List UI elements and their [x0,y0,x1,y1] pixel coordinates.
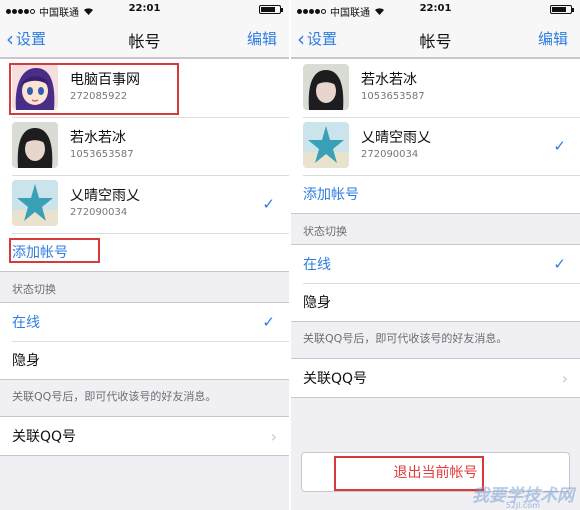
account-row[interactable]: 乂晴空雨乂 272090034 ✓ [291,117,580,175]
link-qq-button[interactable]: 关联QQ号 › [291,359,580,397]
status-option-online[interactable]: 在线 ✓ [291,245,580,283]
link-qq-label: 关联QQ号 [303,371,368,387]
account-number: 1053653587 [70,149,134,160]
status-option-label: 隐身 [12,353,40,369]
add-account-label: 添加帐号 [12,245,68,261]
account-number: 1053653587 [361,91,425,102]
status-option-invisible[interactable]: 隐身 [291,283,580,321]
checkmark-icon: ✓ [262,313,275,331]
account-number: 272090034 [361,149,419,160]
navbar: ‹ 设置 帐号 编辑 [0,18,289,58]
status-bar: 中国联通 22:01 [0,0,289,19]
chevron-right-icon: › [270,427,277,446]
status-group: 在线 ✓ 隐身 [291,244,580,322]
account-row[interactable]: 乂晴空雨乂 272090034 ✓ [0,175,289,233]
right-screen: 中国联通 22:01 ‹ 设置 帐号 编辑 若水若冰 1053653587 乂晴… [291,0,580,510]
chevron-right-icon: › [561,369,568,388]
edit-button[interactable]: 编辑 [538,28,568,49]
battery-icon [550,5,574,14]
status-option-online[interactable]: 在线 ✓ [0,303,289,341]
status-section-header: 状态切换 [12,283,56,296]
link-qq-group: 关联QQ号 › [291,358,580,398]
status-option-label: 在线 [12,315,40,331]
page-title: 帐号 [128,32,161,51]
status-time: 22:01 [128,3,161,14]
link-qq-group: 关联QQ号 › [0,416,289,456]
status-group: 在线 ✓ 隐身 [0,302,289,380]
checkmark-icon: ✓ [553,255,566,273]
battery-icon [259,5,283,14]
link-qq-button[interactable]: 关联QQ号 › [0,417,289,455]
content: 电脑百事网 272085922 若水若冰 1053653587 乂晴空雨乂 27… [0,58,289,510]
status-option-label: 在线 [303,257,331,273]
status-section-header: 状态切换 [303,225,347,238]
left-screen: 中国联通 22:01 ‹ 设置 帐号 编辑 电脑百事网 272085922 若水… [0,0,289,510]
account-row[interactable]: 电脑百事网 272085922 [0,59,289,117]
watermark-url: 52jl.com [505,501,540,510]
checkmark-icon: ✓ [262,195,275,213]
accounts-group: 电脑百事网 272085922 若水若冰 1053653587 乂晴空雨乂 27… [0,58,289,272]
content: 若水若冰 1053653587 乂晴空雨乂 272090034 ✓ 添加帐号 状… [291,58,580,510]
account-row[interactable]: 若水若冰 1053653587 [291,59,580,117]
checkmark-icon: ✓ [553,137,566,155]
status-time: 22:01 [419,3,452,14]
accounts-group: 若水若冰 1053653587 乂晴空雨乂 272090034 ✓ 添加帐号 [291,58,580,214]
avatar [303,122,349,168]
avatar [12,64,58,110]
account-name: 乂晴空雨乂 [70,188,140,204]
account-name: 乂晴空雨乂 [361,130,431,146]
add-account-button[interactable]: 添加帐号 [291,175,580,213]
page-title: 帐号 [419,32,452,51]
account-row[interactable]: 若水若冰 1053653587 [0,117,289,175]
account-name: 若水若冰 [361,72,417,88]
avatar [12,122,58,168]
avatar [303,64,349,110]
add-account-button[interactable]: 添加帐号 [0,233,289,271]
status-bar: 中国联通 22:01 [291,0,580,19]
navbar: ‹ 设置 帐号 编辑 [291,18,580,58]
account-name: 若水若冰 [70,130,126,146]
account-number: 272090034 [70,207,128,218]
avatar [12,180,58,226]
status-option-invisible[interactable]: 隐身 [0,341,289,379]
link-qq-footer-note: 关联QQ号后，即可代收该号的好友消息。 [303,332,508,345]
logout-label: 退出当前帐号 [393,465,478,481]
link-qq-label: 关联QQ号 [12,429,77,445]
add-account-label: 添加帐号 [303,187,359,203]
edit-button[interactable]: 编辑 [247,28,277,49]
account-name: 电脑百事网 [70,72,140,88]
link-qq-footer-note: 关联QQ号后，即可代收该号的好友消息。 [12,390,217,403]
account-number: 272085922 [70,91,128,102]
status-option-label: 隐身 [303,295,331,311]
